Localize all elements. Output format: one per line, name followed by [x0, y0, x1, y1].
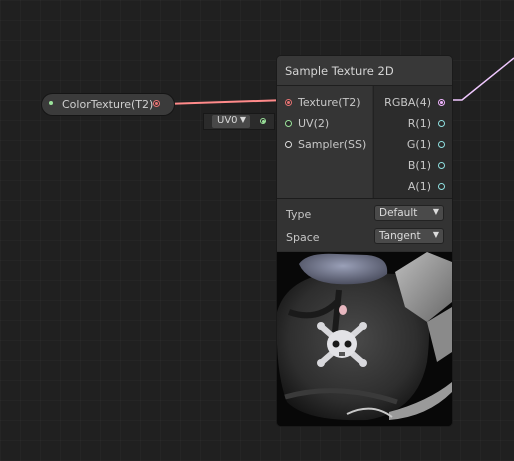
input-label-texture: Texture(T2) [298, 96, 361, 109]
node-header[interactable]: Sample Texture 2D [277, 56, 452, 86]
texture-preview-image [277, 252, 452, 426]
type-value: Default [379, 207, 418, 219]
output-label-a: A(1) [407, 180, 431, 193]
output-r[interactable]: R(1) [374, 117, 452, 131]
type-dropdown[interactable]: Default ▼ [375, 206, 443, 220]
input-uv[interactable]: UV(2) [277, 117, 372, 131]
output-port-r[interactable] [438, 120, 445, 127]
type-label: Type [286, 208, 312, 221]
output-port-rgba[interactable] [438, 99, 445, 106]
uv-channel-dropdown[interactable]: UV0 ▼ [212, 115, 250, 128]
input-ports: Texture(T2) UV(2) Sampler(SS) [277, 86, 372, 198]
space-label: Space [286, 231, 320, 244]
property-label: ColorTexture(T2) [62, 98, 154, 111]
color-texture-property-node[interactable]: ColorTexture(T2) [42, 94, 174, 115]
output-ports: RGBA(4) R(1) G(1) B(1) A(1) [373, 86, 452, 198]
chevron-down-icon: ▼ [432, 230, 439, 239]
uv-default-input: UV0 ▼ [204, 114, 274, 129]
texture-preview [277, 252, 452, 426]
output-b[interactable]: B(1) [374, 159, 452, 173]
property-left-indicator [49, 101, 53, 105]
chevron-down-icon: ▼ [239, 115, 246, 124]
space-setting-row: Space Tangent ▼ [277, 227, 452, 247]
output-rgba[interactable]: RGBA(4) [374, 96, 452, 110]
shader-graph-canvas[interactable]: ColorTexture(T2) UV0 ▼ Sample Texture 2D… [0, 0, 514, 461]
property-output-port[interactable] [153, 100, 160, 107]
uv-channel-value: UV0 [217, 115, 238, 126]
input-sampler[interactable]: Sampler(SS) [277, 138, 372, 152]
output-label-b: B(1) [407, 159, 431, 172]
input-label-uv: UV(2) [298, 117, 330, 130]
input-port-texture[interactable] [285, 99, 292, 106]
output-label-rgba: RGBA(4) [384, 96, 431, 109]
edge-rgba[interactable] [444, 57, 514, 101]
output-port-b[interactable] [438, 162, 445, 169]
output-label-r: R(1) [407, 117, 431, 130]
type-setting-row: Type Default ▼ [277, 204, 452, 224]
output-port-g[interactable] [438, 141, 445, 148]
output-label-g: G(1) [406, 138, 431, 151]
output-a[interactable]: A(1) [374, 180, 452, 194]
input-label-sampler: Sampler(SS) [298, 138, 367, 151]
edge-texture[interactable] [164, 99, 288, 105]
space-dropdown[interactable]: Tangent ▼ [375, 229, 443, 243]
input-port-sampler[interactable] [285, 141, 292, 148]
space-value: Tangent [379, 230, 421, 242]
input-port-uv[interactable] [285, 120, 292, 127]
node-settings: Type Default ▼ Space Tangent ▼ [277, 199, 452, 251]
chevron-down-icon: ▼ [432, 207, 439, 216]
output-g[interactable]: G(1) [374, 138, 452, 152]
output-port-a[interactable] [438, 183, 445, 190]
node-title: Sample Texture 2D [285, 64, 394, 78]
input-texture[interactable]: Texture(T2) [277, 96, 372, 110]
uv-default-output-port[interactable] [260, 118, 266, 124]
sample-texture-2d-node[interactable]: Sample Texture 2D Texture(T2) UV(2) Samp… [276, 55, 453, 427]
